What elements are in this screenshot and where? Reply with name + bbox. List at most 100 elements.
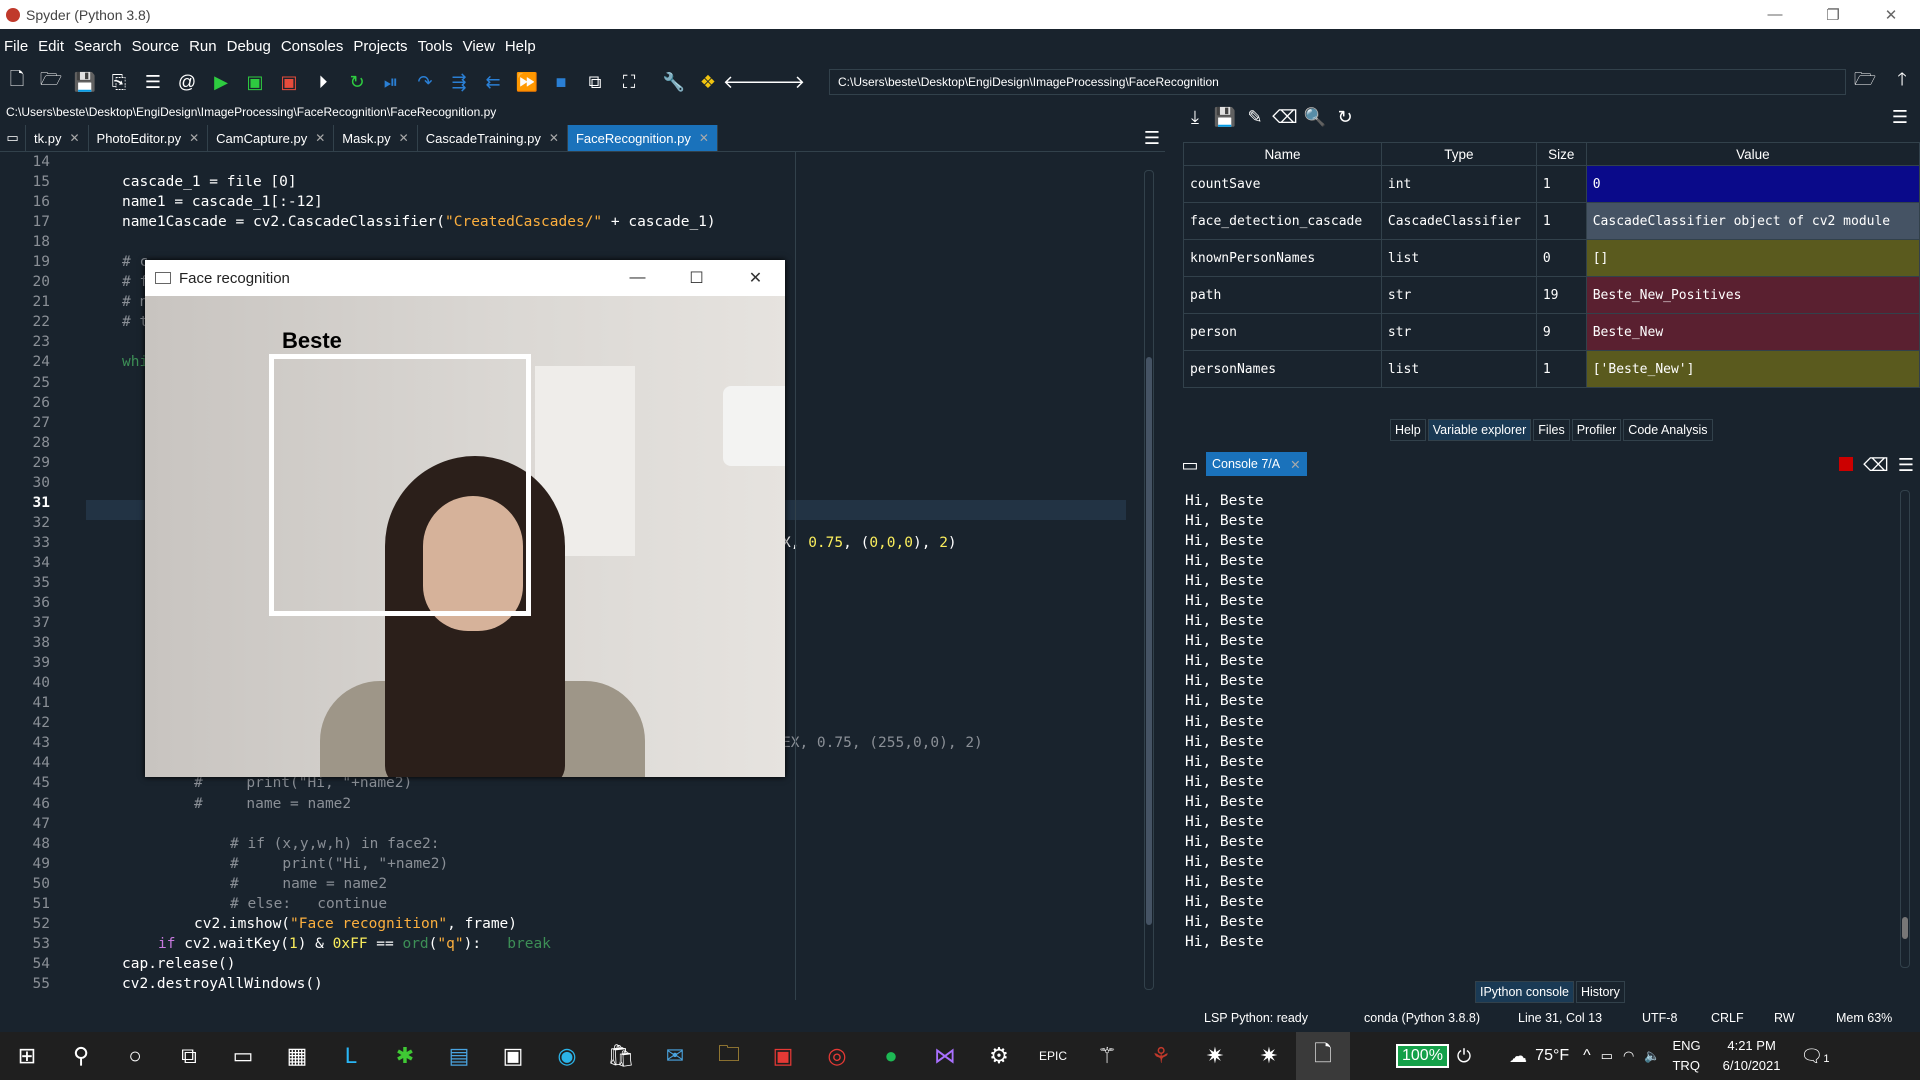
face-window-titlebar[interactable]: Face recognition — ☐ ✕ — [145, 260, 785, 296]
close-tab-icon[interactable]: ✕ — [399, 131, 409, 145]
task-view-icon[interactable]: ⧉ — [162, 1032, 216, 1080]
document-icon[interactable]: 🗋 — [1296, 1032, 1350, 1080]
close-button[interactable]: ✕ — [726, 260, 785, 296]
app-bird-icon[interactable]: ⚚ — [1080, 1032, 1134, 1080]
clear-console-icon[interactable]: ⌫ — [1862, 451, 1890, 479]
step-into-icon[interactable]: ⇶ — [445, 68, 473, 96]
list-icon[interactable]: ☰ — [139, 68, 167, 96]
tab-files[interactable]: Files — [1533, 419, 1570, 441]
tab-code-analysis[interactable]: Code Analysis — [1623, 419, 1713, 441]
app-blue-icon[interactable]: ▤ — [432, 1032, 486, 1080]
menu-run[interactable]: Run — [185, 38, 221, 55]
step-icon[interactable]: ↷ — [411, 68, 439, 96]
tab-photoeditor[interactable]: PhotoEditor.py ✕ — [88, 125, 209, 151]
tab-cascadetraining[interactable]: CascadeTraining.py ✕ — [417, 125, 568, 151]
chevron-up-icon[interactable]: ^ — [1583, 1047, 1591, 1065]
close-tab-icon[interactable]: ✕ — [315, 131, 325, 145]
tab-ipython-console[interactable]: IPython console — [1475, 981, 1574, 1003]
close-tab-icon[interactable]: ✕ — [1290, 457, 1300, 472]
menu-edit[interactable]: Edit — [34, 38, 68, 55]
rerun-icon[interactable]: ↻ — [343, 68, 371, 96]
close-tab-icon[interactable]: ✕ — [699, 131, 709, 145]
calculator-icon[interactable]: ▦ — [270, 1032, 324, 1080]
browse-folder-icon[interactable]: 🗁 — [1851, 68, 1879, 96]
table-row[interactable]: path str 19 Beste_New_Positives — [1183, 276, 1920, 314]
continue-icon[interactable]: ⏩ — [513, 68, 541, 96]
pane-options-icon[interactable]: ☰ — [1888, 103, 1912, 131]
console-options-icon[interactable]: ☰ — [1892, 451, 1920, 479]
visual-studio-icon[interactable]: ⋈ — [918, 1032, 972, 1080]
chrome-icon[interactable]: ◎ — [810, 1032, 864, 1080]
wifi-icon[interactable]: ◠ — [1623, 1048, 1634, 1064]
terminal-icon[interactable]: ▭ — [216, 1032, 270, 1080]
maximize-button[interactable]: ☐ — [667, 260, 726, 296]
step-return-icon[interactable]: ⇇ — [479, 68, 507, 96]
scrollbar-thumb[interactable] — [1146, 357, 1152, 925]
app-red-logo-icon[interactable]: ⚘ — [1134, 1032, 1188, 1080]
column-header-size[interactable]: Size — [1535, 142, 1587, 166]
save-icon[interactable]: 💾 — [71, 68, 99, 96]
temperature[interactable]: 75°F — [1535, 1047, 1569, 1065]
menu-debug[interactable]: Debug — [223, 38, 275, 55]
tab-browse-icon[interactable]: ▭ — [0, 125, 26, 151]
menu-consoles[interactable]: Consoles — [277, 38, 348, 55]
tab-camcapture[interactable]: CamCapture.py ✕ — [208, 125, 335, 151]
run-cell-icon[interactable]: ▣ — [241, 68, 269, 96]
table-row[interactable]: face_detection_cascade CascadeClassifier… — [1183, 202, 1920, 240]
debug-icon[interactable]: ⏯ — [377, 68, 405, 96]
menu-projects[interactable]: Projects — [349, 38, 411, 55]
console-browse-icon[interactable]: ▭ — [1176, 451, 1204, 479]
run-cell-advance-icon[interactable]: ▣ — [275, 68, 303, 96]
remove-all-icon[interactable]: ⌫ — [1272, 103, 1297, 131]
table-row[interactable]: countSave int 1 0 — [1183, 165, 1920, 203]
save-all-icon[interactable]: ⎘ — [105, 68, 133, 96]
table-row[interactable]: personNames list 1 ['Beste_New'] — [1183, 350, 1920, 388]
working-directory-input[interactable]: C:\Users\beste\Desktop\EngiDesign\ImageP… — [829, 69, 1846, 95]
file-explorer-icon[interactable]: 🗀 — [702, 1032, 756, 1080]
tab-history[interactable]: History — [1575, 981, 1625, 1003]
close-tab-icon[interactable]: ✕ — [69, 131, 79, 145]
mail-icon[interactable]: ✉ — [648, 1032, 702, 1080]
var-value[interactable]: Beste_New_Positives — [1585, 276, 1920, 314]
menu-help[interactable]: Help — [501, 38, 540, 55]
run-icon[interactable]: ▶ — [207, 68, 235, 96]
var-value[interactable]: [] — [1585, 239, 1920, 277]
column-header-name[interactable]: Name — [1183, 142, 1382, 166]
var-value[interactable]: CascadeClassifier object of cv2 module — [1585, 202, 1920, 240]
scrollbar-thumb[interactable] — [1902, 917, 1908, 939]
search-icon[interactable]: 🔍 — [1303, 103, 1327, 131]
minimize-button[interactable]: — — [1746, 0, 1804, 29]
tab-variable-explorer[interactable]: Variable explorer — [1427, 419, 1532, 441]
spotify-icon[interactable]: ● — [864, 1032, 918, 1080]
table-row[interactable]: knownPersonNames list 0 [] — [1183, 239, 1920, 277]
var-value[interactable]: Beste_New — [1585, 313, 1920, 351]
run-selection-icon[interactable]: ⏵ — [309, 68, 337, 96]
weather-icon[interactable]: ☁ — [1509, 1046, 1527, 1067]
language-indicator[interactable]: ENG TRQ — [1672, 1036, 1700, 1076]
ipython-console-pane[interactable]: ▭ Console 7/A ✕ ⌫ ☰ Hi, Beste Hi, Beste H… — [1173, 451, 1920, 979]
cortana-icon[interactable]: ○ — [108, 1032, 162, 1080]
editor-options-icon[interactable]: ☰ — [1138, 124, 1166, 152]
close-tab-icon[interactable]: ✕ — [549, 131, 559, 145]
menu-tools[interactable]: Tools — [414, 38, 457, 55]
app-red-icon[interactable]: ▣ — [756, 1032, 810, 1080]
spyder-icon-2[interactable]: ✷ — [1242, 1032, 1296, 1080]
menu-source[interactable]: Source — [128, 38, 184, 55]
close-tab-icon[interactable]: ✕ — [189, 131, 199, 145]
editor-scrollbar[interactable] — [1144, 170, 1154, 990]
close-button[interactable]: ✕ — [1862, 0, 1920, 29]
stop-debug-icon[interactable]: ■ — [547, 68, 575, 96]
preferences-icon[interactable]: 🔧 — [660, 68, 688, 96]
new-file-icon[interactable]: 🗋 — [3, 68, 31, 96]
epic-games-icon[interactable]: EPIC — [1026, 1032, 1080, 1080]
python-path-icon[interactable]: ❖ — [694, 68, 722, 96]
tab-facerecognition[interactable]: FaceRecognition.py ✕ — [567, 125, 718, 151]
forward-icon[interactable]: 🡒 — [757, 68, 805, 96]
save-as-icon[interactable]: ✎ — [1243, 103, 1267, 131]
start-icon[interactable]: ⊞ — [0, 1032, 54, 1080]
store-icon[interactable]: 🛍 — [594, 1032, 648, 1080]
menu-view[interactable]: View — [459, 38, 499, 55]
tab-tk[interactable]: tk.py ✕ — [26, 125, 89, 151]
volume-icon[interactable]: 🔈 — [1644, 1048, 1660, 1064]
var-value[interactable]: ['Beste_New'] — [1585, 350, 1920, 388]
